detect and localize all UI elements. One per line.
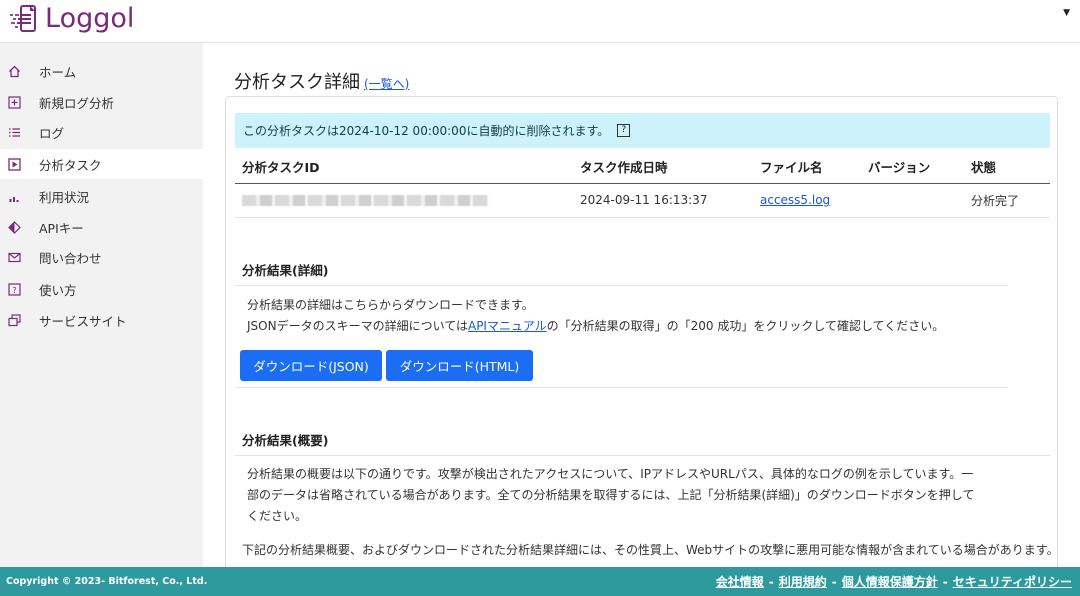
sidebar-item-label: APIキー [39,220,84,236]
version-cell [861,183,964,218]
deletion-notice: この分析タスクは2024-10-12 00:00:00に自動的に削除されます。 … [235,113,1050,148]
sidebar-item-contact[interactable]: 問い合わせ [0,242,203,272]
footer: Copyright © 2023- Bitforest, Co., Ltd. 会… [0,567,1080,596]
footer-link-security[interactable]: セキュリティポリシー [953,573,1072,590]
question-square-icon: ? [8,282,21,296]
section-divider [235,455,1050,456]
footer-links: 会社情報 - 利用規約 - 個人情報保護方針 - セキュリティポリシー [716,573,1072,590]
sidebar-item-label: サービスサイト [39,313,127,329]
section-divider [235,387,1008,388]
sidebar-item-label: 新規ログ分析 [39,95,115,111]
logo-mark-icon [8,4,42,34]
sidebar-item-label: ログ [39,125,65,141]
sidebar-item-analysis-tasks[interactable]: 分析タスク [0,149,203,179]
summary-description: 分析結果の概要は以下の通りです。攻撃が検出されたアクセスについて、IPアドレスや… [247,464,1047,527]
sidebar: ホーム 新規ログ分析 ログ 分析タスク 利用状況 APIキー 問い合わせ ? 使… [0,43,203,567]
task-table-header: 分析タスクID タスク作成日時 ファイル名 バージョン 状態 [235,151,1050,184]
sidebar-item-label: ホーム [39,64,77,80]
sidebar-item-api-key[interactable]: APIキー [0,212,203,242]
brand-logo[interactable]: Loggol [8,4,134,34]
footer-link-privacy[interactable]: 個人情報保護方針 [842,573,938,590]
top-bar: Loggol ▼ [0,0,1080,43]
sidebar-item-new-analysis[interactable]: 新規ログ分析 [0,87,203,117]
envelope-icon [8,251,21,264]
file-name-cell: access5.log [753,183,861,218]
download-html-button[interactable]: ダウンロード(HTML) [386,350,533,381]
footer-link-company[interactable]: 会社情報 [716,573,764,590]
summary-line-2: 部のデータは省略されている場合があります。全ての分析結果を取得するには、上記「分… [247,488,975,502]
task-detail-card: この分析タスクは2024-10-12 00:00:00に自動的に削除されます。 … [225,96,1058,567]
sidebar-item-label: 問い合わせ [39,250,102,266]
detail-line-1: 分析結果の詳細はこちらからダウンロードできます。 [247,298,534,312]
redacted-task-id [242,195,488,206]
footer-link-terms[interactable]: 利用規約 [779,573,827,590]
plus-square-icon [8,95,21,109]
user-menu-caret-icon[interactable]: ▼ [1063,8,1070,18]
summary-line-3: ください。 [247,509,308,523]
list-icon [8,126,21,139]
column-header-file-name: ファイル名 [753,151,861,184]
api-manual-link[interactable]: APIマニュアル [468,319,547,333]
sidebar-item-label: 使い方 [39,282,77,298]
detail-line-2: JSONデータのスキーマの詳細についてはAPIマニュアルの「分析結果の取得」の「… [247,316,944,337]
table-row: 2024-09-11 16:13:37 access5.log 分析完了 [235,183,1050,218]
page-title-text: 分析タスク詳細 [234,72,360,93]
brand-name: Loggol [45,3,135,34]
copyright: Copyright © 2023- Bitforest, Co., Ltd. [6,576,208,587]
sidebar-item-logs[interactable]: ログ [0,117,203,147]
section-divider [235,285,1008,286]
sidebar-item-home[interactable]: ホーム [0,56,203,86]
detail-description: 分析結果の詳細はこちらからダウンロードできます。 JSONデータのスキーマの詳細… [247,295,944,337]
footer-separator: - [831,574,837,589]
column-header-version: バージョン [861,151,964,184]
task-table: 分析タスクID タスク作成日時 ファイル名 バージョン 状態 2024-09-1… [235,151,1050,218]
footer-separator: - [768,574,774,589]
page-title: 分析タスク詳細 (一覧へ) [234,68,409,94]
footer-separator: - [942,574,948,589]
sidebar-item-usage[interactable]: 利用状況 [0,181,203,211]
detail-section-title: 分析結果(詳細) [242,263,329,278]
summary-line-1: 分析結果の概要は以下の通りです。攻撃が検出されたアクセスについて、IPアドレスや… [247,467,974,481]
help-icon[interactable]: ? [617,124,631,137]
home-icon [8,65,21,78]
created-at-cell: 2024-09-11 16:13:37 [573,183,753,218]
task-id-cell [235,183,573,218]
main-content: 分析タスク詳細 (一覧へ) この分析タスクは2024-10-12 00:00:00… [203,43,1080,567]
detail-line-2-prefix: JSONデータのスキーマの詳細については [247,319,468,333]
back-to-list-link[interactable]: (一覧へ) [364,77,409,91]
api-diamond-icon [8,220,21,234]
sidebar-item-label: 利用状況 [39,189,90,205]
sidebar-item-service-site[interactable]: サービスサイト [0,305,203,335]
status-cell: 分析完了 [964,183,1050,218]
column-header-task-id: 分析タスクID [235,151,573,184]
play-square-icon [8,157,21,171]
bar-chart-icon [8,190,21,203]
sidebar-item-how-to-use[interactable]: ? 使い方 [0,274,203,304]
summary-section-title: 分析結果(概要) [242,433,329,448]
download-json-button[interactable]: ダウンロード(JSON) [240,350,382,381]
deletion-notice-text: この分析タスクは2024-10-12 00:00:00に自動的に削除されます。 [243,124,610,138]
external-windows-icon [8,313,21,327]
column-header-created-at: タスク作成日時 [573,151,753,184]
svg-text:?: ? [12,286,16,295]
column-header-status: 状態 [964,151,1050,184]
sidebar-item-label: 分析タスク [39,157,102,173]
security-warning: 下記の分析結果概要、およびダウンロードされた分析結果詳細には、その性質上、Web… [242,543,1052,557]
file-name-link[interactable]: access5.log [760,193,830,207]
detail-line-2-suffix: の「分析結果の取得」の「200 成功」をクリックして確認してください。 [546,319,945,333]
